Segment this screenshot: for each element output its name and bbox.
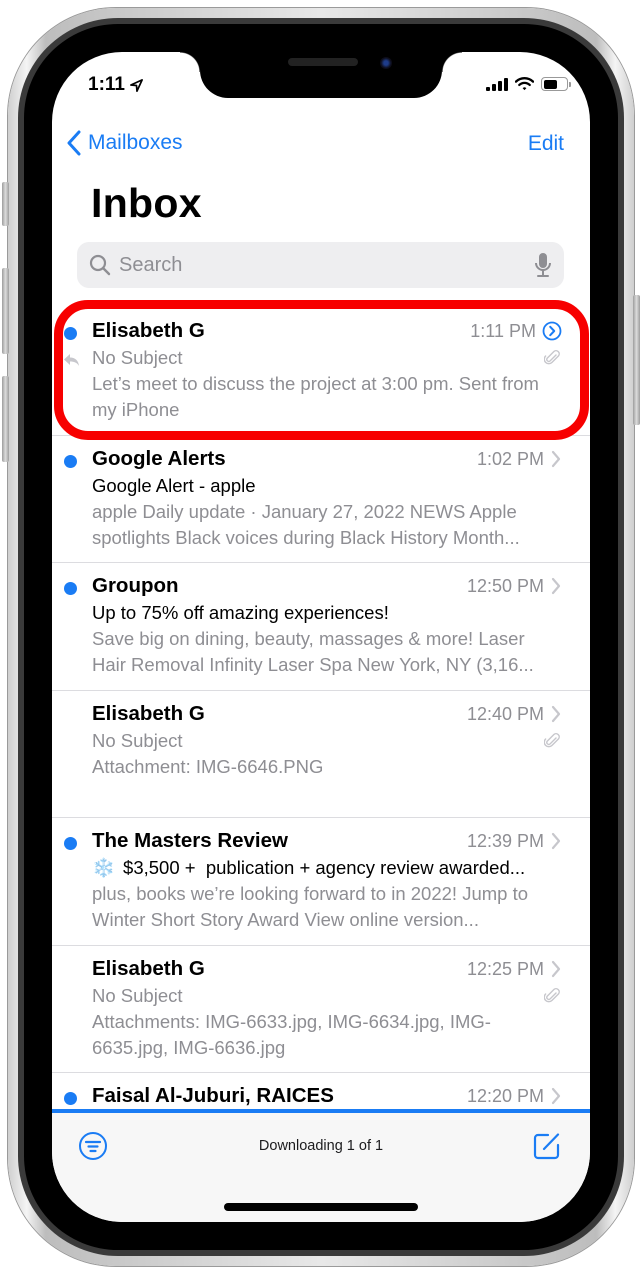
location-arrow-icon xyxy=(130,78,143,92)
paperclip-icon xyxy=(544,350,560,365)
email-preview: plus, books we’re looking forward to in … xyxy=(92,883,529,930)
status-bar-time: 1:11 xyxy=(88,74,144,96)
notch xyxy=(180,52,462,98)
unread-indicator xyxy=(64,327,77,340)
mail-list-item[interactable]: Elisabeth G 1:11 PM No Subject Let’s mee… xyxy=(52,308,590,436)
mail-list-item[interactable]: Elisabeth G 12:40 PM No Subject Attachme… xyxy=(52,691,590,818)
magnifying-glass-icon xyxy=(89,254,111,276)
email-preview: Attachment: IMG-6646.PNG xyxy=(92,756,324,777)
page-title: Inbox xyxy=(91,180,202,226)
search-bar[interactable] xyxy=(77,242,564,288)
chevron-right-icon xyxy=(551,705,561,723)
volume-up-button xyxy=(2,268,9,354)
email-subject: $3,500 + publication + agency review awa… xyxy=(123,857,526,878)
download-status: Downloading 1 of 1 xyxy=(258,1138,384,1154)
received-time: 12:40 PM xyxy=(466,703,544,724)
sender-name: Elisabeth G xyxy=(92,319,205,342)
received-time: 1:02 PM xyxy=(476,448,544,469)
mail-list-item[interactable]: Google Alerts 1:02 PM Google Alert - app… xyxy=(52,436,590,563)
mail-list: Elisabeth G 1:11 PM No Subject Let’s mee… xyxy=(52,308,590,1113)
chevron-left-icon xyxy=(67,130,81,156)
received-time: 12:50 PM xyxy=(466,575,544,596)
mailboxes-back-button[interactable]: Mailboxes xyxy=(66,130,183,156)
sender-name: Elisabeth G xyxy=(92,957,205,980)
cellular-signal-icon xyxy=(486,77,508,91)
side-button xyxy=(633,295,640,425)
email-subject: No Subject xyxy=(92,985,183,1006)
sender-name: Google Alerts xyxy=(92,447,226,470)
mail-list-item[interactable]: Groupon 12:50 PM Up to 75% off amazing e… xyxy=(52,563,590,691)
unread-indicator xyxy=(64,582,77,595)
received-time: 12:39 PM xyxy=(466,830,544,851)
snowflake-icon: ❄️ xyxy=(92,857,116,878)
email-subject: Google Alert - apple xyxy=(92,475,256,496)
chevron-right-icon xyxy=(551,450,561,468)
status-icons xyxy=(486,77,571,91)
received-time: 12:20 PM xyxy=(466,1085,544,1106)
replied-icon xyxy=(64,354,79,366)
compose-icon[interactable] xyxy=(532,1131,562,1161)
email-subject: No Subject xyxy=(92,347,183,368)
silent-switch xyxy=(2,182,9,226)
edit-button[interactable]: Edit xyxy=(528,132,564,156)
front-camera xyxy=(380,57,392,69)
phone-screen: 1:11 Mailboxes Edit Inbox Search Elisabe… xyxy=(52,52,590,1222)
sender-name: Groupon xyxy=(92,574,179,597)
mail-list-item[interactable]: Elisabeth G 12:25 PM No Subject Attachme… xyxy=(52,946,590,1073)
mailboxes-label: Mailboxes xyxy=(88,131,183,154)
chevron-right-icon xyxy=(551,1087,561,1105)
unread-indicator xyxy=(64,1092,77,1105)
volume-down-button xyxy=(2,376,9,462)
wifi-icon xyxy=(515,77,534,91)
clock: 1:11 xyxy=(88,74,125,95)
paperclip-icon xyxy=(544,988,560,1003)
email-preview: apple Daily update · January 27, 2022 NE… xyxy=(92,501,520,548)
sender-name: Faisal Al-Juburi, RAICES xyxy=(92,1084,334,1107)
email-subject: Up to 75% off amazing experiences! xyxy=(92,602,389,623)
chevron-circle-right-icon[interactable] xyxy=(542,321,562,341)
mail-list-item[interactable]: Faisal Al-Juburi, RAICES 12:20 PM xyxy=(52,1073,590,1113)
sender-name: The Masters Review xyxy=(92,829,288,852)
email-preview: Attachments: IMG-6633.jpg, IMG-6634.jpg,… xyxy=(92,1011,491,1058)
unread-indicator xyxy=(64,455,77,468)
battery-icon xyxy=(541,77,571,91)
chevron-right-icon xyxy=(551,960,561,978)
email-preview: Let’s meet to discuss the project at 3:0… xyxy=(92,373,539,420)
microphone-icon[interactable] xyxy=(534,252,552,278)
bottom-toolbar: Downloading 1 of 1 xyxy=(52,1113,590,1222)
chevron-right-icon xyxy=(551,577,561,595)
sender-name: Elisabeth G xyxy=(92,702,205,725)
unread-indicator xyxy=(64,837,77,850)
battery-level xyxy=(543,79,557,89)
paperclip-icon xyxy=(544,733,560,748)
earpiece-speaker xyxy=(288,58,358,66)
email-subject: No Subject xyxy=(92,730,183,751)
search-input[interactable] xyxy=(119,253,534,277)
mail-list-item[interactable]: The Masters Review 12:39 PM ❄️ $3,500 + … xyxy=(52,818,590,946)
received-time: 12:25 PM xyxy=(466,958,544,979)
chevron-right-icon xyxy=(551,832,561,850)
home-indicator[interactable] xyxy=(224,1203,418,1211)
email-preview: Save big on dining, beauty, massages & m… xyxy=(92,628,534,675)
received-time: 1:11 PM xyxy=(470,320,536,341)
